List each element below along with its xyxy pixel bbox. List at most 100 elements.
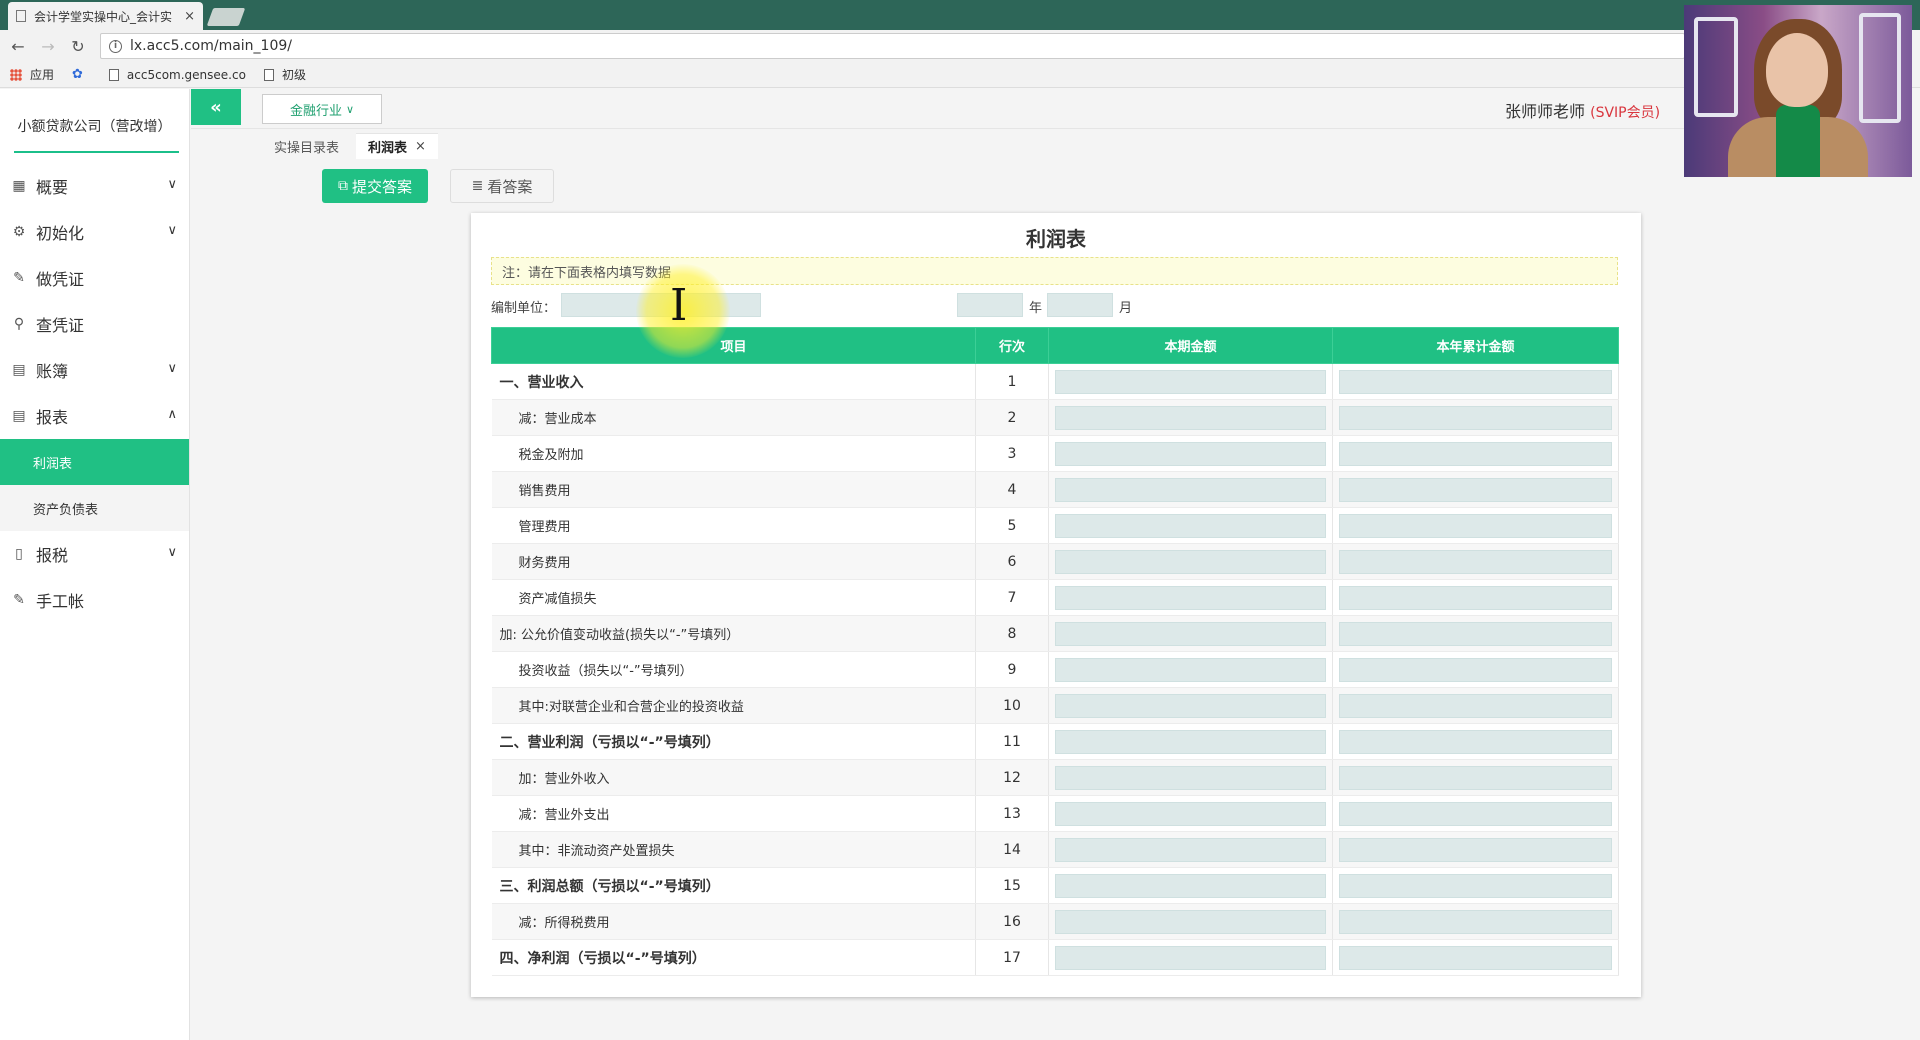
close-tab-icon[interactable]: × — [415, 139, 426, 154]
row-item-label: 销售费用 — [491, 471, 976, 508]
current-amount-input[interactable] — [1055, 549, 1326, 574]
ytd-amount-input[interactable] — [1339, 837, 1612, 862]
ytd-amount-cell — [1332, 507, 1619, 544]
current-amount-input[interactable] — [1055, 657, 1326, 682]
ytd-amount-input[interactable] — [1339, 369, 1612, 394]
current-amount-cell — [1048, 903, 1333, 940]
ytd-amount-cell — [1332, 399, 1619, 436]
sidebar-item-label: 手工帐 — [36, 592, 85, 611]
tab-label: 利润表 — [368, 141, 408, 156]
ytd-amount-cell — [1332, 615, 1619, 652]
ytd-amount-input[interactable] — [1339, 621, 1612, 646]
ytd-amount-input[interactable] — [1339, 909, 1612, 934]
bookmark-baidu[interactable]: ✿ — [72, 67, 91, 82]
sidebar-item-overview[interactable]: ▦ 概要 ∨ — [0, 163, 189, 209]
user-info[interactable]: 张师师老师 (SVIP会员) — [1505, 98, 1660, 122]
ytd-amount-cell — [1332, 939, 1619, 976]
ytd-amount-input[interactable] — [1339, 477, 1612, 502]
address-bar[interactable]: i lx.acc5.com/main_109/ — [100, 33, 1685, 59]
header-ytd-amount: 本年累计金额 — [1332, 327, 1619, 364]
row-item-label: 资产减值损失 — [491, 579, 976, 616]
sidebar-item-reports[interactable]: ▤ 报表 ∧ — [0, 393, 189, 439]
bookmark-gensee[interactable]: acc5com.gensee.co — [108, 68, 246, 82]
current-amount-input[interactable] — [1055, 477, 1326, 502]
bookmark-apps[interactable]: 应用 — [10, 66, 54, 83]
ytd-amount-input[interactable] — [1339, 441, 1612, 466]
current-amount-input[interactable] — [1055, 873, 1326, 898]
browser-tab-title: 会计学堂实操中心_会计实 — [34, 9, 173, 24]
new-tab-button[interactable] — [206, 8, 246, 26]
current-amount-cell — [1048, 687, 1333, 724]
chevron-down-icon: ∨ — [167, 361, 177, 376]
current-amount-cell — [1048, 579, 1333, 616]
ytd-amount-input[interactable] — [1339, 873, 1612, 898]
current-amount-input[interactable] — [1055, 909, 1326, 934]
current-amount-input[interactable] — [1055, 729, 1326, 754]
current-amount-cell — [1048, 399, 1333, 436]
ytd-amount-input[interactable] — [1339, 513, 1612, 538]
row-number: 10 — [975, 687, 1049, 724]
current-amount-input[interactable] — [1055, 405, 1326, 430]
gear-icon: ⚙ — [12, 224, 26, 240]
current-amount-cell — [1048, 723, 1333, 760]
ytd-amount-input[interactable] — [1339, 657, 1612, 682]
sidebar-subitem-income-statement[interactable]: 利润表 — [0, 439, 189, 485]
sidebar-item-query-voucher[interactable]: ⚲ 查凭证 — [0, 301, 189, 347]
ytd-amount-input[interactable] — [1339, 765, 1612, 790]
current-amount-input[interactable] — [1055, 621, 1326, 646]
ytd-amount-cell — [1332, 651, 1619, 688]
sidebar-item-make-voucher[interactable]: ✎ 做凭证 — [0, 255, 189, 301]
ytd-amount-input[interactable] — [1339, 693, 1612, 718]
reload-icon[interactable]: ↻ — [66, 37, 90, 56]
current-amount-input[interactable] — [1055, 441, 1326, 466]
bookmark-chuji[interactable]: 初级 — [263, 66, 306, 83]
chevron-down-icon: ∨ — [345, 102, 355, 116]
current-amount-input[interactable] — [1055, 513, 1326, 538]
current-amount-input[interactable] — [1055, 693, 1326, 718]
sidebar-subitem-balance-sheet[interactable]: 资产负债表 — [0, 485, 189, 531]
row-item-label: 一、营业收入 — [491, 363, 976, 400]
header-row-no: 行次 — [975, 327, 1049, 364]
table-row: 其中:对联营企业和合营企业的投资收益 10 — [491, 687, 1619, 724]
collapse-sidebar-button[interactable]: « — [191, 89, 241, 125]
table-row: 加：营业外收入 12 — [491, 759, 1619, 796]
current-amount-input[interactable] — [1055, 765, 1326, 790]
industry-dropdown[interactable]: 金融行业 ∨ — [262, 94, 382, 124]
apps-grid-icon — [10, 68, 22, 81]
table-row: 管理费用 5 — [491, 507, 1619, 544]
year-input[interactable] — [957, 293, 1023, 317]
month-input[interactable] — [1047, 293, 1113, 317]
tab-directory[interactable]: 实操目录表 — [262, 133, 351, 159]
current-amount-input[interactable] — [1055, 801, 1326, 826]
year-label: 年 — [1029, 301, 1043, 316]
browser-tab[interactable]: 会计学堂实操中心_会计实 × — [8, 2, 203, 30]
ytd-amount-input[interactable] — [1339, 585, 1612, 610]
forward-icon[interactable]: → — [36, 37, 60, 56]
sidebar-item-tax[interactable]: ▯ 报税 ∨ — [0, 531, 189, 577]
sidebar-item-manual-ledger[interactable]: ✎ 手工帐 — [0, 577, 189, 623]
row-item-label: 税金及附加 — [491, 435, 976, 472]
table-row: 减：营业成本 2 — [491, 399, 1619, 436]
current-amount-input[interactable] — [1055, 945, 1326, 970]
database-icon: ≣ — [471, 178, 484, 194]
ytd-amount-input[interactable] — [1339, 801, 1612, 826]
sidebar-item-ledger[interactable]: ▤ 账簿 ∨ — [0, 347, 189, 393]
back-icon[interactable]: ← — [6, 37, 30, 56]
row-item-label: 其中:对联营企业和合营企业的投资收益 — [491, 687, 976, 724]
submit-answer-button[interactable]: ⧉ 提交答案 — [322, 169, 428, 203]
current-amount-input[interactable] — [1055, 585, 1326, 610]
current-amount-input[interactable] — [1055, 837, 1326, 862]
row-number: 1 — [975, 363, 1049, 400]
divider — [191, 128, 1691, 129]
sidebar-item-init[interactable]: ⚙ 初始化 ∨ — [0, 209, 189, 255]
view-answer-button[interactable]: ≣ 看答案 — [450, 169, 554, 203]
close-tab-icon[interactable]: × — [184, 9, 195, 24]
tab-income-statement[interactable]: 利润表 × — [356, 133, 438, 159]
ytd-amount-input[interactable] — [1339, 729, 1612, 754]
ytd-amount-input[interactable] — [1339, 405, 1612, 430]
current-amount-input[interactable] — [1055, 369, 1326, 394]
ytd-amount-input[interactable] — [1339, 549, 1612, 574]
info-icon[interactable]: i — [109, 39, 122, 53]
ytd-amount-input[interactable] — [1339, 945, 1612, 970]
table-row: 销售费用 4 — [491, 471, 1619, 508]
